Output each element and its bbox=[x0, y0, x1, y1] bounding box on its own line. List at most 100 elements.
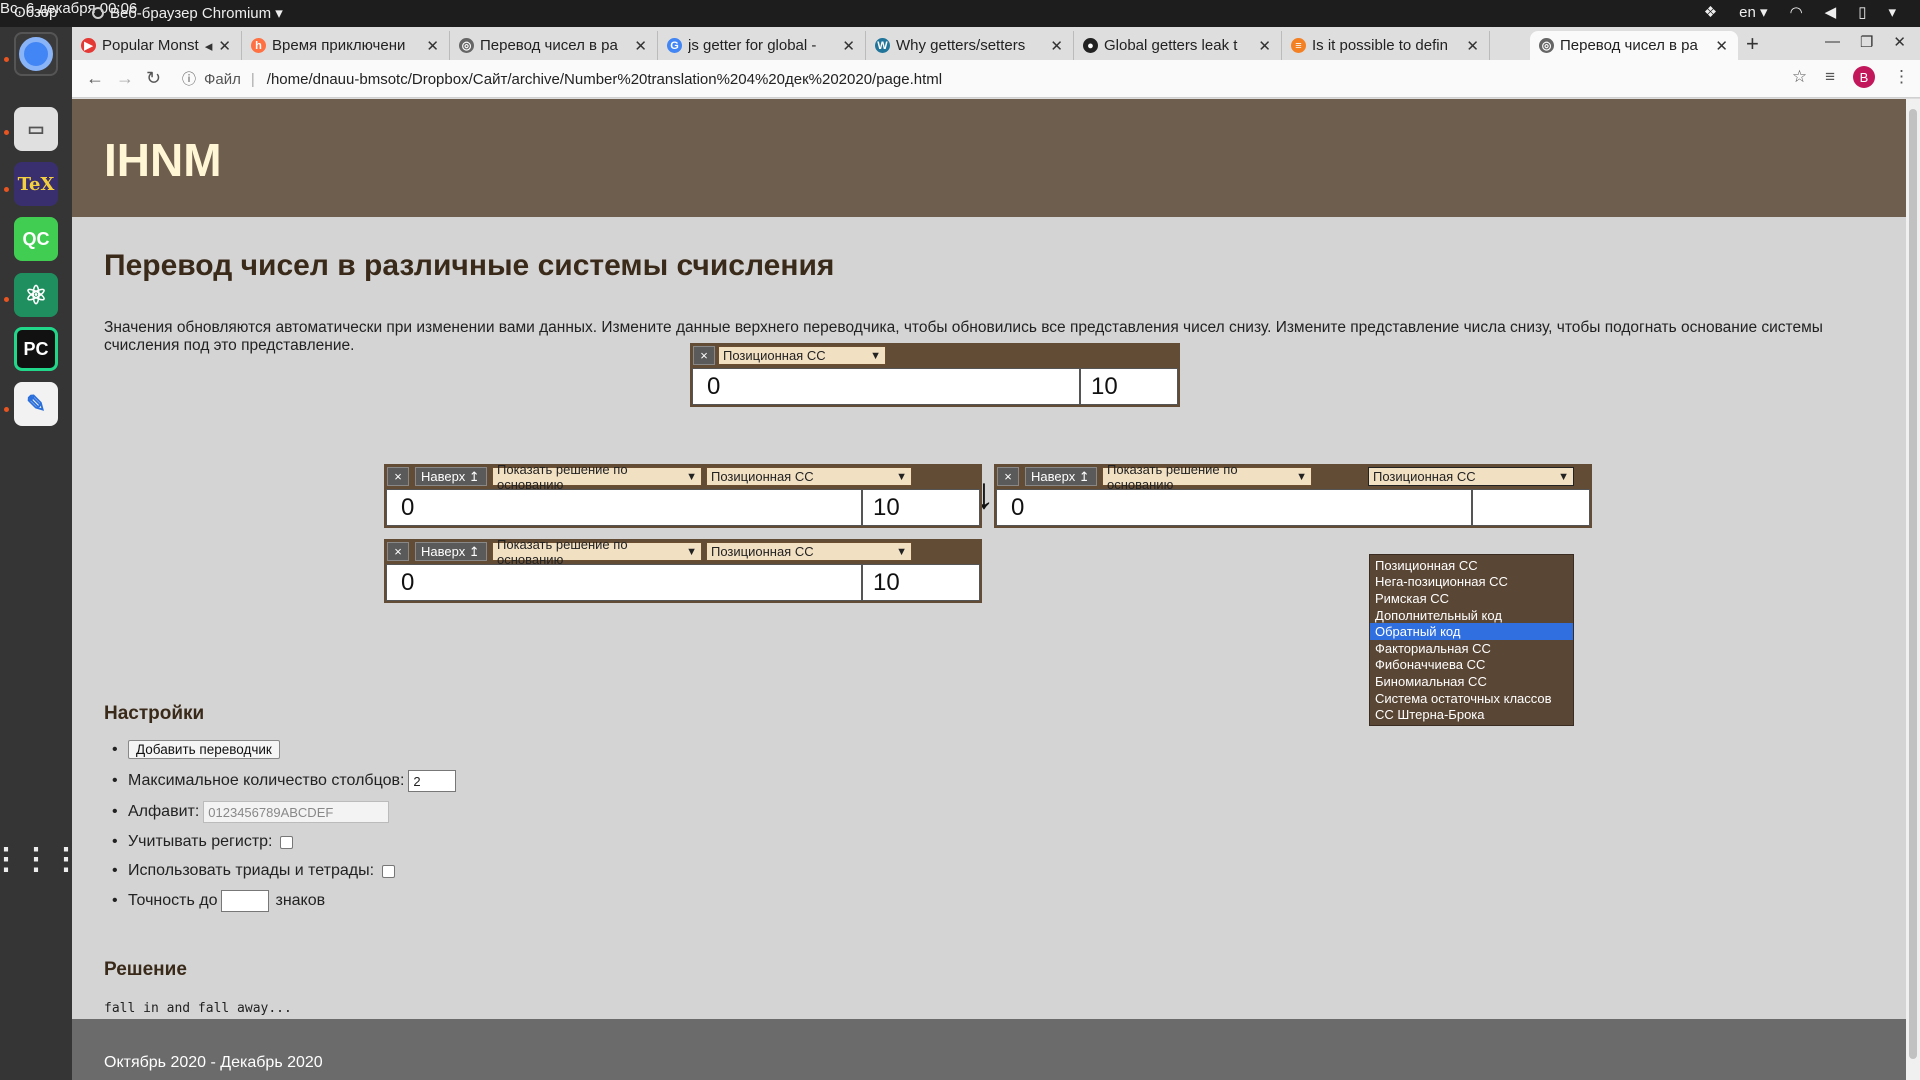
number-input[interactable]: 0 bbox=[386, 564, 862, 601]
dropbox-icon[interactable]: ❖ bbox=[1704, 3, 1717, 21]
bookmark-star-icon[interactable]: ☆ bbox=[1792, 67, 1807, 87]
number-input[interactable]: 0 bbox=[386, 489, 862, 526]
dropdown-option-highlighted[interactable]: Обратный код bbox=[1370, 623, 1573, 640]
system-menu-arrow-icon[interactable]: ▾ bbox=[1888, 3, 1896, 21]
scrollbar-thumb[interactable] bbox=[1909, 109, 1917, 1059]
scheme-label: Файл bbox=[204, 70, 241, 88]
media-control-icon[interactable]: ≡ bbox=[1825, 67, 1835, 87]
page-scrollbar[interactable] bbox=[1906, 99, 1920, 1080]
new-tab-button[interactable]: + bbox=[1746, 31, 1759, 57]
menu-icon[interactable]: ⋮ bbox=[1893, 67, 1910, 87]
close-icon[interactable]: ✕ bbox=[1050, 37, 1063, 55]
mute-icon[interactable]: ◂ bbox=[205, 37, 213, 55]
dropdown-option[interactable]: Система остаточных классов bbox=[1370, 690, 1573, 707]
remove-converter-button[interactable]: × bbox=[387, 542, 409, 561]
pycharm-icon[interactable]: PC bbox=[14, 327, 58, 371]
system-type-select[interactable]: Позиционная СС ▼ bbox=[706, 467, 912, 486]
battery-icon[interactable]: ▯ bbox=[1858, 3, 1866, 21]
texstudio-icon[interactable]: TeX bbox=[14, 162, 58, 206]
base-input[interactable]: 10 bbox=[862, 564, 980, 601]
system-type-select[interactable]: Позиционная СС ▼ bbox=[718, 346, 886, 365]
add-converter-button[interactable]: Добавить переводчик bbox=[128, 740, 280, 759]
app-menu[interactable]: Веб-браузер Chromium ▾ bbox=[92, 4, 283, 22]
move-up-button[interactable]: Наверх ↥ bbox=[1025, 467, 1097, 486]
dropdown-option[interactable]: Биномиальная СС bbox=[1370, 673, 1573, 690]
close-icon[interactable]: ✕ bbox=[218, 37, 231, 55]
dropdown-option[interactable]: Нега-позиционная СС bbox=[1370, 574, 1573, 591]
info-icon[interactable]: ⓘ bbox=[182, 69, 196, 89]
forward-icon[interactable]: → bbox=[116, 68, 134, 89]
tab-why-getters-setters[interactable]: W Why getters/setters ✕ bbox=[866, 31, 1074, 60]
precision-suffix: знаков bbox=[275, 892, 326, 909]
tab-label: Is it possible to defin bbox=[1312, 37, 1448, 54]
max-columns-input[interactable]: 2 bbox=[408, 770, 457, 792]
qt-creator-icon[interactable]: QC bbox=[14, 217, 58, 261]
dropdown-option[interactable]: Позиционная СС bbox=[1370, 557, 1573, 574]
show-applications-icon[interactable]: ⋮⋮⋮ bbox=[0, 837, 81, 881]
base-input[interactable]: 10 bbox=[862, 489, 980, 526]
text-editor-icon[interactable]: ✎ bbox=[14, 382, 58, 426]
address-bar[interactable]: ⓘ Файл | /home/dnauu-bmsotc/Dropbox/Сайт… bbox=[182, 64, 1742, 94]
solution-base-select[interactable]: Показать решение по основанию ▼ bbox=[492, 537, 702, 567]
remove-converter-button[interactable]: × bbox=[387, 467, 409, 486]
select-value: Показать решение по основанию bbox=[497, 461, 628, 492]
close-icon[interactable]: ✕ bbox=[634, 37, 647, 55]
site-logo[interactable]: IHNM bbox=[104, 133, 222, 187]
close-icon[interactable]: ✕ bbox=[842, 37, 855, 55]
reload-icon[interactable]: ↻ bbox=[146, 68, 161, 89]
number-input[interactable]: 0 bbox=[692, 368, 1080, 405]
restore-icon[interactable]: ❐ bbox=[1860, 33, 1873, 51]
atom-icon[interactable]: ⚛ bbox=[14, 273, 58, 317]
precision-input[interactable] bbox=[221, 890, 270, 912]
case-label: Учитывать регистр: bbox=[128, 833, 273, 850]
remove-converter-button[interactable]: × bbox=[997, 467, 1019, 486]
solution-base-select[interactable]: Показать решение по основанию ▼ bbox=[492, 462, 702, 492]
converter-3: × Наверх ↥ Показать решение по основанию… bbox=[384, 537, 982, 603]
case-checkbox[interactable] bbox=[280, 835, 294, 849]
alphabet-input[interactable]: 0123456789ABCDEF bbox=[203, 801, 390, 823]
dropdown-option[interactable]: Римская СС bbox=[1370, 590, 1573, 607]
triads-checkbox[interactable] bbox=[382, 864, 396, 878]
tab-popular-monster[interactable]: ▶ Popular Monster ◂ ✕ bbox=[72, 31, 242, 60]
close-icon[interactable]: ✕ bbox=[426, 37, 439, 55]
move-up-button[interactable]: Наверх ↥ bbox=[415, 467, 487, 486]
tab-adventure-time[interactable]: h Время приключени ✕ bbox=[242, 31, 450, 60]
system-type-select[interactable]: Позиционная СС ▼ bbox=[706, 542, 912, 561]
dropdown-option[interactable]: Факториальная СС bbox=[1370, 640, 1573, 657]
remove-converter-button[interactable]: × bbox=[693, 346, 715, 365]
move-up-button[interactable]: Наверх ↥ bbox=[415, 542, 487, 561]
close-icon[interactable]: ✕ bbox=[1715, 37, 1728, 55]
close-window-icon[interactable]: ✕ bbox=[1893, 33, 1906, 51]
volume-icon[interactable]: ◀ bbox=[1825, 3, 1837, 21]
files-icon[interactable]: ▭ bbox=[14, 107, 58, 151]
dropdown-option[interactable]: СС Штерна-Брока bbox=[1370, 706, 1573, 723]
tab-label: js getter for global - bbox=[688, 37, 817, 54]
tab-number-translation[interactable]: ◎ Перевод чисел в ра ✕ bbox=[450, 31, 658, 60]
running-indicator bbox=[4, 130, 9, 135]
system-top-bar: Обзор Веб-браузер Chromium ▾ Вс, 6 декаб… bbox=[0, 0, 1920, 27]
close-icon[interactable]: ✕ bbox=[1258, 37, 1271, 55]
number-input[interactable]: 0 bbox=[996, 489, 1472, 526]
wifi-icon[interactable]: ◠ bbox=[1790, 3, 1803, 21]
tab-global-getters-leak[interactable]: ● Global getters leak t ✕ bbox=[1074, 31, 1282, 60]
wordpress-icon: W bbox=[875, 38, 890, 53]
base-input[interactable] bbox=[1472, 489, 1590, 526]
minimize-icon[interactable]: — bbox=[1825, 33, 1840, 51]
tab-is-it-possible[interactable]: ≡ Is it possible to defin ✕ bbox=[1282, 31, 1490, 60]
language-indicator[interactable]: en ▾ bbox=[1739, 3, 1767, 21]
close-icon[interactable]: ✕ bbox=[1466, 37, 1479, 55]
tab-label: Перевод чисел в ра bbox=[1560, 37, 1698, 54]
dropdown-option[interactable]: Фибоначчиева СС bbox=[1370, 657, 1573, 674]
profile-avatar[interactable]: B bbox=[1853, 66, 1875, 88]
tab-google-search[interactable]: G js getter for global - ✕ bbox=[658, 31, 866, 60]
tab-active-number-translation[interactable]: ◎ Перевод чисел в ра ✕ bbox=[1530, 31, 1738, 60]
back-icon[interactable]: ← bbox=[86, 68, 104, 89]
tab-strip: ▶ Popular Monster ◂ ✕ h Время приключени… bbox=[72, 27, 1920, 60]
dropdown-option[interactable]: Дополнительный код bbox=[1370, 607, 1573, 624]
activities-button[interactable]: Обзор bbox=[14, 4, 57, 21]
base-input[interactable]: 10 bbox=[1080, 368, 1178, 405]
chromium-icon[interactable] bbox=[14, 32, 58, 76]
solution-base-select[interactable]: Показать решение по основанию ▼ bbox=[1102, 462, 1312, 492]
converter-1: × Наверх ↥ Показать решение по основанию… bbox=[384, 462, 982, 528]
system-type-select-open[interactable]: Позиционная СС ▼ bbox=[1368, 467, 1574, 486]
